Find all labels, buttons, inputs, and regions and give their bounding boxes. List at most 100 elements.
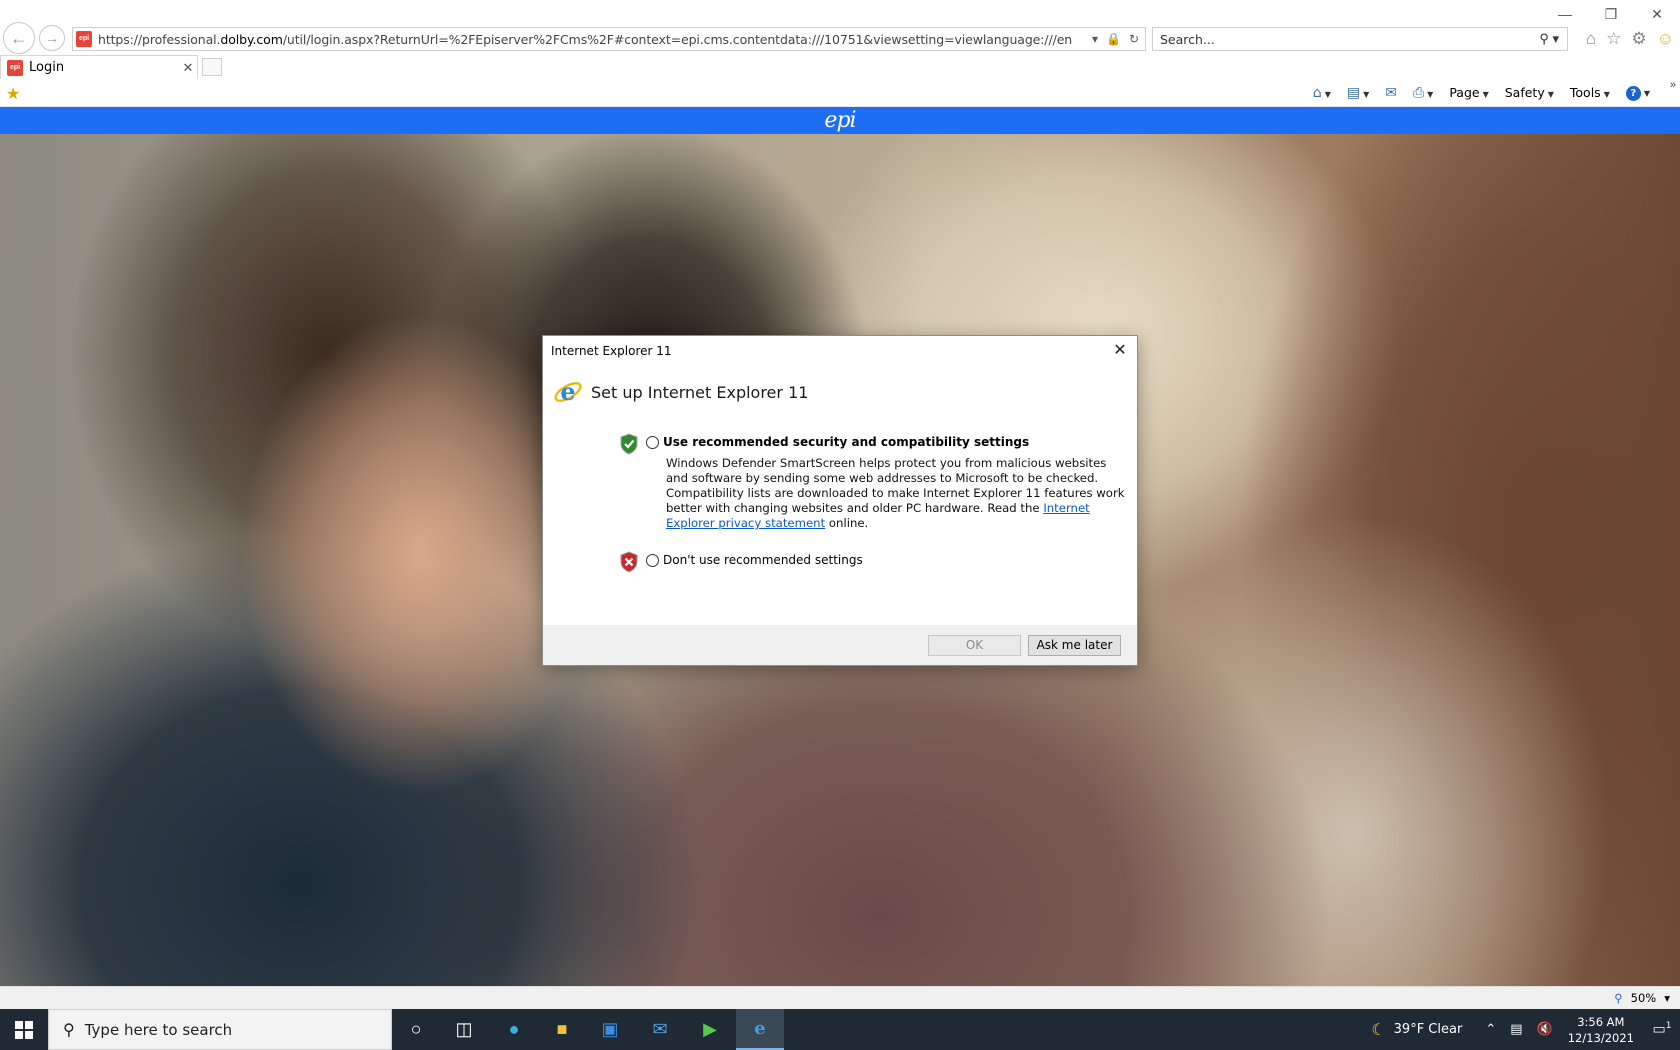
settings-gear-icon[interactable]: ⚙ xyxy=(1631,29,1646,49)
description-suffix: online. xyxy=(825,516,869,530)
feeds-menu[interactable]: ▤ ▼ xyxy=(1347,85,1369,101)
minimize-icon[interactable]: — xyxy=(1542,0,1588,28)
search-box[interactable]: Search... ⚲ ▾ xyxy=(1152,27,1568,51)
forward-button[interactable]: → xyxy=(39,25,65,51)
task-view-icon[interactable]: ◫ xyxy=(440,1009,488,1050)
option-recommended[interactable]: Use recommended security and compatibili… xyxy=(619,433,1029,455)
dialog-heading: Set up Internet Explorer 11 xyxy=(591,383,809,402)
weather-text: 39°F Clear xyxy=(1393,1022,1463,1037)
taskbar-search-box[interactable]: ⚲ Type here to search xyxy=(48,1009,392,1050)
svg-text:e: e xyxy=(560,377,575,406)
search-icon: ⚲ xyxy=(63,1021,75,1039)
help-menu[interactable]: ? ▼ xyxy=(1625,84,1650,101)
option-recommended-description: Windows Defender SmartScreen helps prote… xyxy=(666,456,1132,531)
dialog-title: Internet Explorer 11 xyxy=(551,344,672,358)
taskbar-search-placeholder: Type here to search xyxy=(84,1020,233,1039)
command-bar: ★ ⌂ ▼ ▤ ▼ ✉ ⎙ ▼ Page ▼ Safety ▼ Tools ▼ ? ▼ » xyxy=(0,79,1680,107)
add-favorites-icon[interactable]: ★ xyxy=(6,84,20,104)
safety-menu-label: Safety xyxy=(1504,85,1545,100)
system-tray: ☾ 39°F Clear ⌃ ▤ 🔇 3:56 AM 12/13/2021 ▭1 xyxy=(1371,1009,1680,1050)
dialog-close-icon[interactable]: ✕ xyxy=(1109,340,1131,362)
favorites-star-icon[interactable]: ☆ xyxy=(1606,29,1621,49)
help-icon: ? xyxy=(1625,86,1641,101)
windows-logo-icon xyxy=(15,1020,33,1039)
clock-time: 3:56 AM xyxy=(1577,1014,1625,1029)
url-domain: dolby.com xyxy=(220,31,283,47)
dropdown-arrow-icon[interactable]: ▾ xyxy=(1092,32,1098,46)
printer-icon: ⎙ xyxy=(1412,84,1425,101)
mail-app-icon[interactable]: ✉ xyxy=(636,1009,684,1050)
more-chevron-icon[interactable]: » xyxy=(1670,79,1676,91)
tab-favicon: epi xyxy=(7,59,23,76)
microsoft-store-icon[interactable]: ▣ xyxy=(586,1009,634,1050)
file-explorer-icon[interactable]: ■ xyxy=(538,1009,586,1050)
restore-icon[interactable]: ❐ xyxy=(1588,0,1634,28)
tab-row: epi Login ✕ xyxy=(0,54,1680,79)
weather-widget[interactable]: ☾ 39°F Clear xyxy=(1371,1020,1462,1039)
media-player-icon[interactable]: ▶ xyxy=(686,1009,734,1050)
zoom-control[interactable]: ⚲ 50% ▾ xyxy=(1614,991,1670,1005)
window-controls: — ❐ ✕ xyxy=(1542,0,1680,28)
tab-title: Login xyxy=(29,60,65,75)
mail-icon: ✉ xyxy=(1385,84,1397,101)
green-shield-check-icon xyxy=(620,433,638,455)
internet-explorer-icon: e xyxy=(554,377,582,406)
read-mail-button[interactable]: ✉ xyxy=(1385,85,1397,101)
red-shield-x-icon xyxy=(620,551,638,573)
safety-menu[interactable]: Safety ▼ xyxy=(1505,85,1554,100)
clock[interactable]: 3:56 AM 12/13/2021 xyxy=(1568,1014,1634,1046)
tab-close-icon[interactable]: ✕ xyxy=(179,60,197,76)
close-window-icon[interactable]: ✕ xyxy=(1634,0,1680,28)
clock-date: 12/13/2021 xyxy=(1567,1030,1634,1045)
new-tab-button[interactable] xyxy=(202,58,222,76)
notification-center-icon[interactable]: ▭1 xyxy=(1644,1021,1680,1038)
search-placeholder: Search... xyxy=(1160,31,1215,47)
option-not-recommended[interactable]: Don't use recommended settings xyxy=(619,551,863,573)
zoom-level: 50% xyxy=(1630,991,1657,1005)
ok-button[interactable]: OK xyxy=(928,635,1021,656)
feedback-smiley-icon[interactable]: ☺ xyxy=(1657,29,1674,49)
network-icon[interactable]: ▤ xyxy=(1510,1022,1522,1037)
print-menu[interactable]: ⎙ ▼ xyxy=(1413,85,1433,101)
page-menu-label: Page xyxy=(1449,85,1480,100)
radio-not-recommended[interactable] xyxy=(646,554,659,567)
edge-browser-icon[interactable]: ● xyxy=(490,1009,538,1050)
zoom-magnifier-icon: ⚲ xyxy=(1614,991,1623,1005)
tools-menu-label: Tools xyxy=(1569,85,1601,100)
lock-icon[interactable]: 🔒 xyxy=(1106,32,1121,46)
cortana-icon[interactable]: ○ xyxy=(392,1009,440,1050)
search-icon[interactable]: ⚲ ▾ xyxy=(1539,31,1567,47)
radio-recommended[interactable] xyxy=(646,436,659,449)
home-icon: ⌂ xyxy=(1312,84,1322,101)
back-button[interactable]: ← xyxy=(3,22,35,54)
refresh-icon[interactable]: ↻ xyxy=(1129,32,1139,46)
windows-taskbar: ⚲ Type here to search ○ ◫ ● ■ ▣ ✉ ▶ e ☾ … xyxy=(0,1009,1680,1050)
forward-arrow-icon: → xyxy=(45,30,59,46)
zoom-dropdown-icon[interactable]: ▾ xyxy=(1664,991,1670,1005)
tools-menu[interactable]: Tools ▼ xyxy=(1570,85,1610,100)
option-not-recommended-label: Don't use recommended settings xyxy=(663,553,863,567)
rss-icon: ▤ xyxy=(1346,84,1361,101)
home-icon[interactable]: ⌂ xyxy=(1586,29,1596,49)
notification-count: 1 xyxy=(1665,1021,1672,1032)
status-bar: ⚲ 50% ▾ xyxy=(0,986,1680,1009)
moon-icon: ☾ xyxy=(1371,1020,1386,1039)
dialog-footer: OK Ask me later xyxy=(543,625,1137,665)
url-text[interactable]: https://professional.dolby.com/util/logi… xyxy=(98,32,1092,47)
epi-logo: epi xyxy=(824,107,856,133)
ask-me-later-button[interactable]: Ask me later xyxy=(1028,635,1121,656)
show-hidden-icons-chevron[interactable]: ⌃ xyxy=(1485,1022,1496,1037)
site-favicon: epi xyxy=(76,31,92,47)
url-path: /util/login.aspx?ReturnUrl=%2FEpiserver%… xyxy=(282,31,1073,47)
browser-toolbar-icons: ⌂ ☆ ⚙ ☺ xyxy=(1586,29,1674,49)
home-menu[interactable]: ⌂ ▼ xyxy=(1313,85,1331,101)
address-bar[interactable]: epi https://professional.dolby.com/util/… xyxy=(72,27,1146,51)
tab-login[interactable]: epi Login ✕ xyxy=(0,55,198,79)
page-menu[interactable]: Page ▼ xyxy=(1449,85,1488,100)
ie-setup-dialog: Internet Explorer 11 ✕ e Set up Internet… xyxy=(542,335,1138,666)
browser-titlebar: ← → epi https://professional.dolby.com/u… xyxy=(0,0,1680,60)
volume-muted-icon[interactable]: 🔇 xyxy=(1537,1022,1553,1037)
start-button[interactable] xyxy=(0,1009,48,1050)
epi-header-bar: epi xyxy=(0,107,1680,134)
internet-explorer-taskbar-icon[interactable]: e xyxy=(736,1009,784,1050)
